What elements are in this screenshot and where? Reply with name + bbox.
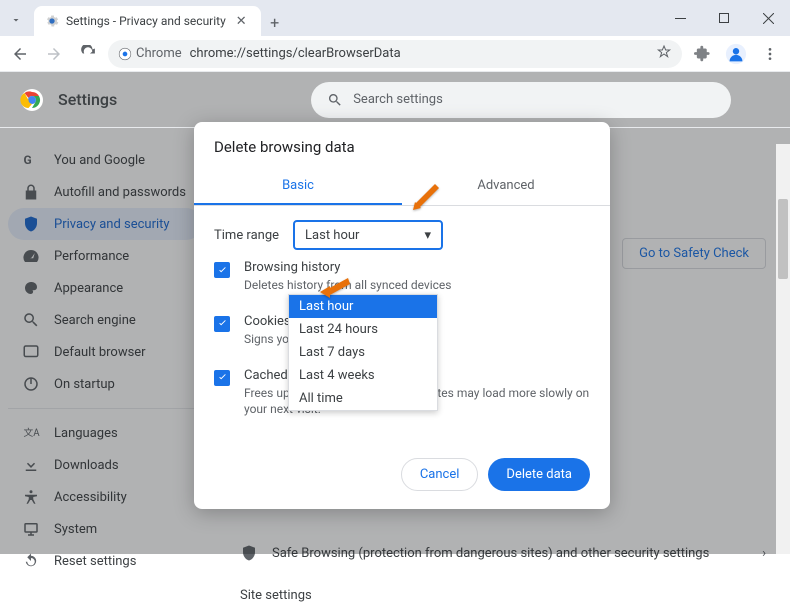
window-minimize-icon[interactable] [658,0,702,36]
tab-close-icon[interactable]: ✕ [232,14,251,29]
extensions-icon[interactable] [688,40,716,68]
profile-avatar-icon[interactable] [722,40,750,68]
address-bar[interactable]: Chrome chrome://settings/clearBrowserDat… [108,40,682,68]
tab-title: Settings - Privacy and security [66,14,226,28]
time-range-select[interactable]: Last hour ▾ [293,220,443,250]
dropdown-option-last-24-hours[interactable]: Last 24 hours [289,318,437,341]
cancel-button[interactable]: Cancel [401,458,479,491]
checkbox-checked-icon[interactable] [214,316,230,332]
tab-dropdown-chevron[interactable] [0,4,32,36]
search-icon [327,92,343,108]
page-title: Settings [58,90,117,109]
reload-button[interactable] [74,40,102,68]
time-range-value: Last hour [305,228,359,243]
forward-button[interactable] [40,40,68,68]
window-maximize-icon[interactable] [702,0,746,36]
time-range-dropdown: Last hour Last 24 hours Last 7 days Last… [288,294,438,411]
delete-data-button[interactable]: Delete data [488,458,590,491]
browser-tab[interactable]: Settings - Privacy and security ✕ [34,6,261,36]
tab-basic[interactable]: Basic [194,168,402,205]
dropdown-caret-icon: ▾ [425,228,432,243]
annotation-arrow-icon [413,180,443,214]
site-chip-label: Chrome [136,46,182,61]
chrome-logo-icon [20,88,44,112]
site-chip: Chrome [118,46,182,61]
annotation-arrow-icon [320,274,350,306]
chrome-menu-icon[interactable] [756,40,784,68]
bookmark-star-icon[interactable] [656,44,672,64]
dropdown-option-last-7-days[interactable]: Last 7 days [289,341,437,364]
dropdown-option-all-time[interactable]: All time [289,387,437,410]
checkbox-checked-icon[interactable] [214,262,230,278]
back-button[interactable] [6,40,34,68]
new-tab-button[interactable]: + [261,8,289,36]
scrollbar[interactable] [776,144,790,554]
site-settings-row[interactable]: Site settings [240,588,312,603]
url-text: chrome://settings/clearBrowserData [190,46,401,61]
time-range-label: Time range [214,228,279,243]
scrollbar-thumb[interactable] [778,199,788,279]
window-close-icon[interactable] [746,0,790,36]
dialog-title: Delete browsing data [194,122,610,168]
dropdown-option-last-4-weeks[interactable]: Last 4 weeks [289,364,437,387]
search-placeholder: Search settings [353,92,443,107]
checkbox-checked-icon[interactable] [214,370,230,386]
settings-favicon [44,13,60,29]
search-settings-input[interactable]: Search settings [311,82,731,118]
dropdown-option-last-hour[interactable]: Last hour [289,295,437,318]
